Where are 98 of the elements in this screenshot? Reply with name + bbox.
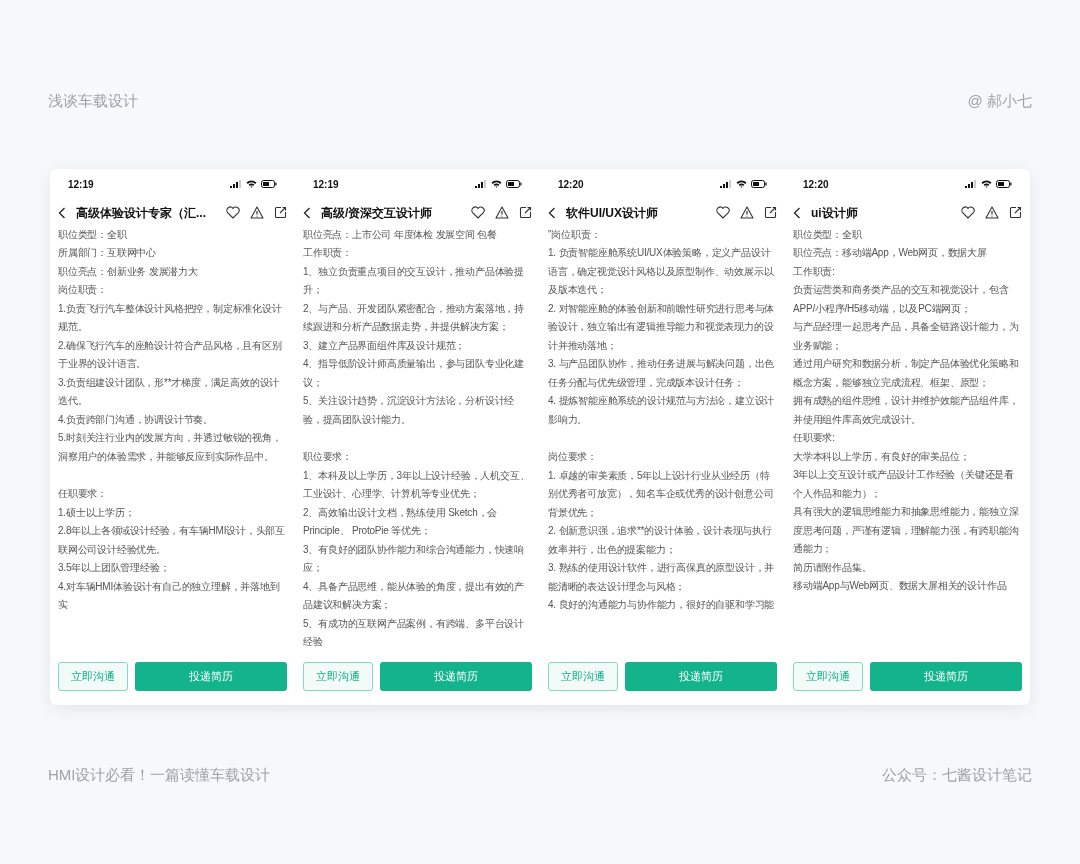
job-description-text: 1. 负责智能座舱系统UI/UX体验策略，定义产品设计语言，确定视觉设计风格以及原型制作、动效展示以及版本迭代； (548, 246, 775, 297)
job-description-text: 1.负责飞行汽车整体设计风格把控，制定标准化设计规范。 (58, 301, 283, 334)
job-description-text: 岗位职责： (58, 283, 108, 297)
job-description-text: 拥有成熟的组件思维，设计并维护效能产品组件库，并使用组件库高效完成设计。 (793, 394, 1020, 427)
status-time: 12:19 (313, 177, 339, 192)
share-icon[interactable] (274, 206, 287, 219)
signal-icon (720, 180, 732, 188)
job-description-text: 5、关注设计趋势，沉淀设计方法论，分析设计经验，提高团队设计能力。 (303, 394, 516, 427)
wifi-icon (246, 180, 257, 188)
battery-icon (751, 180, 767, 188)
heart-icon[interactable] (226, 206, 240, 219)
job-description-text: 3. 熟练的使用设计软件，进行高保真的原型设计，并能清晰的表达设计理念与风格； (548, 561, 776, 594)
status-time: 12:20 (558, 177, 584, 192)
job-description-text: 3. 与产品团队协作，推动任务进展与解决问题，出色任务分配与优先级管理，完成版本设计任务； (548, 357, 776, 390)
job-description-text: 1.硕士以上学历； (58, 505, 136, 520)
job-description-text: 职位类型：全职 (58, 227, 128, 242)
job-description-text: 职位类型：全职 (793, 227, 863, 242)
job-description-text: 负责运营类和商务类产品的交互和视觉设计，包含APP/小程序/H5移动端，以及PC端网页； (793, 283, 1010, 316)
job-description-text: 3.负责组建设计团队，形**才梯度，满足高效的设计迭代。 (58, 375, 281, 408)
job-description-text: 4、具备产品思维，能从体验的角度，提出有效的产品建议和解决方案； (303, 579, 525, 612)
job-description-text: 2.8年以上各领域设计经验，有车辆HMI设计，头部互联网公司设计经验优先。 (58, 524, 287, 557)
job-description-text: 2.确保飞行汽车的座舱设计符合产品风格，且有区别于业界的设计语言。 (58, 338, 283, 371)
job-description-text: 移动端App与Web网页、数据大屏相关的设计作品 (793, 579, 1008, 593)
job-description-text: 4. 良好的沟通能力与协作能力，很好的自驱和学习能 (548, 598, 776, 612)
job-description-text: 简历请附作品集。 (793, 560, 873, 575)
battery-icon (996, 180, 1012, 188)
job-title: 高级体验设计专家（汇... (76, 204, 207, 222)
job-description-text: 工作职责： (303, 246, 353, 260)
footer-account: 公众号：七酱设计笔记 (882, 764, 1032, 785)
job-description-text: 所属部门：互联网中心 (58, 246, 157, 260)
job-description-text: 3、建立产品界面组件库及设计规范； (303, 338, 467, 353)
apply-button[interactable]: 投递简历 (380, 661, 532, 691)
signal-icon (965, 180, 977, 188)
job-description-text: 大学本科以上学历，有良好的审美品位； (793, 449, 971, 464)
apply-button[interactable]: 投递简历 (135, 661, 287, 691)
back-icon[interactable] (793, 206, 801, 219)
job-description-text: 与产品经理一起思考产品，具备全链路设计能力，为业务赋能； (793, 320, 1020, 353)
job-description-text: 岗位要求： (548, 450, 598, 464)
heart-icon[interactable] (716, 206, 730, 219)
job-description-text: 2、与产品、开发团队紧密配合，推动方案落地，持续跟进和分析产品数据走势，并提供解决方案； (303, 301, 525, 334)
job-description-text: 任职要求: (793, 431, 836, 445)
warning-icon[interactable] (250, 206, 264, 219)
job-description-text: 1、本科及以上学历，3年以上设计经验，人机交互、工业设计、心理学、计算机等专业优先； (303, 468, 531, 501)
job-description-text: 4.负责跨部门沟通，协调设计节奏。 (58, 412, 214, 427)
job-description-text: 5、有成功的互联网产品案例，有跨端、多平台设计经验 (303, 616, 525, 649)
warning-icon[interactable] (495, 206, 509, 219)
chat-button[interactable]: 立即沟通 (58, 661, 128, 691)
job-description-text: 2. 对智能座舱的体验创新和前瞻性研究进行思考与体验设计，独立输出有逻辑推导能力和视觉表现力的设计并推动落地； (548, 301, 776, 353)
footer-title: HMI设计必看！一篇读懂车载设计 (48, 764, 271, 785)
heart-icon[interactable] (471, 206, 485, 219)
job-description-text: 3.5年以上团队管理经验； (58, 561, 171, 575)
header-title: 浅谈车载设计 (48, 91, 138, 111)
chat-button[interactable]: 立即沟通 (303, 661, 373, 691)
apply-button[interactable]: 投递简历 (870, 661, 1022, 691)
wifi-icon (491, 180, 502, 188)
signal-icon (230, 180, 242, 188)
job-description-text: 通过用户研究和数据分析，制定产品体验优化策略和概念方案，能够独立完成流程、框架、原型； (793, 357, 1020, 390)
job-description-text: 工作职责: (793, 264, 836, 279)
share-icon[interactable] (1009, 206, 1022, 219)
job-description-text: 1、独立负责重点项目的交互设计，推动产品体验提升； (303, 264, 525, 297)
job-description-text: 4.对车辆HMI体验设计有自己的独立理解，并落地到实 (58, 579, 281, 612)
job-description-text: 具有强大的逻辑思维能力和抽象思维能力，能独立深度思考问题，严谨有逻辑，理解能力强，有跨职能沟通能力； (793, 505, 1020, 556)
job-description-text: 2. 创新意识强，追求**的设计体验，设计表现与执行效率并行，出色的提案能力； (548, 524, 773, 557)
heart-icon[interactable] (961, 206, 975, 219)
chat-button[interactable]: 立即沟通 (548, 661, 618, 691)
job-title: 软件UI/UX设计师 (566, 204, 659, 222)
job-title: ui设计师 (811, 204, 859, 222)
signal-icon (475, 180, 487, 188)
job-description-text: "岗位职责： (548, 227, 602, 242)
back-icon[interactable] (548, 206, 556, 219)
share-icon[interactable] (519, 206, 532, 219)
job-description-text: 3、有良好的团队协作能力和综合沟通能力，快速响应； (303, 542, 525, 575)
wifi-icon (736, 180, 747, 188)
job-description-text: 2、高效输出设计文档，熟练使用 Sketch，会 Principle、 ProtoPie 等优先； (303, 505, 499, 538)
job-description-text: 职位亮点：创新业务 发展潜力大 (58, 264, 199, 279)
job-description-text: 4. 提炼智能座舱系统的设计规范与方法论，建立设计影响力。 (548, 394, 776, 427)
job-description-text: 职位亮点：上市公司 年度体检 发展空间 包餐 (303, 227, 498, 242)
battery-icon (261, 180, 277, 188)
job-description-text: 4、指导低阶设计师高质量输出，参与团队专业化建议； (303, 357, 525, 390)
job-description-text: 职位要求： (303, 450, 353, 464)
job-description-text: 职位亮点：移动端App，Web网页，数据大屏 (793, 246, 988, 260)
share-icon[interactable] (764, 206, 777, 219)
job-description-text: 任职要求： (58, 487, 108, 501)
warning-icon[interactable] (985, 206, 999, 219)
status-time: 12:20 (803, 177, 829, 192)
chat-button[interactable]: 立即沟通 (793, 661, 863, 691)
job-description-text: 3年以上交互设计或产品设计工作经验（关键还是看个人作品和能力）； (793, 468, 1015, 501)
author-label: @ 郝小七 (967, 91, 1032, 111)
job-description-text: 1. 卓越的审美素质，5年以上设计行业从业经历（特别优秀者可放宽），知名车企或优秀的设计创意公司背景优先； (548, 468, 775, 520)
back-icon[interactable] (58, 206, 66, 219)
battery-icon (506, 180, 522, 188)
job-title: 高级/资深交互设计师 (321, 204, 434, 222)
wifi-icon (981, 180, 992, 188)
apply-button[interactable]: 投递简历 (625, 661, 777, 691)
status-time: 12:19 (68, 177, 94, 192)
job-description-text: 5.时刻关注行业内的发展方向，并透过敏锐的视角，洞察用户的体验需求，并能够反应到实际作品中。 (58, 431, 283, 464)
warning-icon[interactable] (740, 206, 754, 219)
back-icon[interactable] (303, 206, 311, 219)
